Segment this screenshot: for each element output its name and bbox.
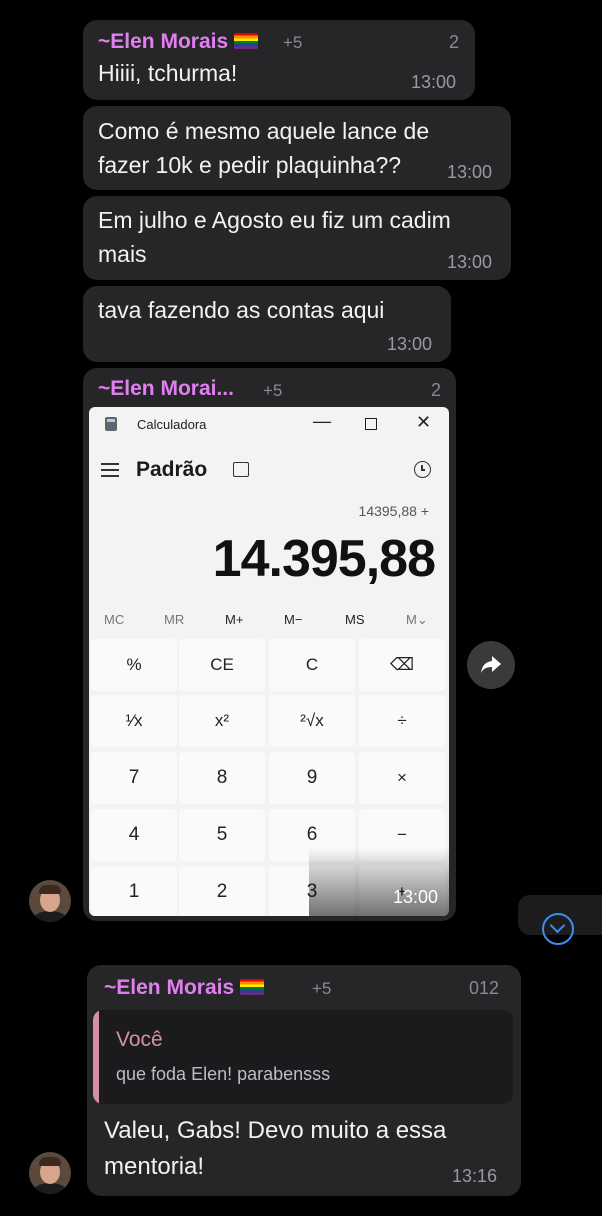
message-text: Como é mesmo aquele lance de fazer 10k e… — [98, 114, 429, 182]
sender-name[interactable]: ~Elen Morai... — [98, 377, 234, 401]
quoted-reply[interactable]: Você que foda Elen! parabensss — [93, 1010, 513, 1104]
message-time: 13:00 — [411, 72, 457, 92]
percent-key[interactable]: % — [91, 639, 177, 691]
sender-avatar[interactable] — [29, 1152, 71, 1194]
hamburger-menu-icon[interactable] — [101, 463, 119, 477]
reciprocal-key[interactable]: ¹⁄x — [91, 695, 177, 747]
member-count: +5 — [283, 33, 303, 52]
message-bubble[interactable]: Como é mesmo aquele lance de fazer 10k e… — [83, 106, 511, 190]
message-time: 13:00 — [387, 334, 433, 354]
reply-author: Você — [116, 1028, 163, 1051]
expression-display: 14395,88 + — [358, 503, 429, 519]
one-key[interactable]: 1 — [91, 866, 177, 916]
memory-list-button[interactable]: M⌄ — [406, 612, 428, 628]
calculator-app-icon — [105, 417, 117, 431]
chevron-down-icon — [542, 913, 574, 945]
five-key[interactable]: 5 — [179, 809, 265, 861]
multiply-key[interactable]: × — [359, 752, 445, 804]
message-line: Como é mesmo aquele lance de — [98, 118, 430, 144]
rainbow-flag-icon — [234, 33, 259, 49]
keep-on-top-icon[interactable] — [233, 462, 249, 477]
rainbow-flag-icon — [240, 979, 265, 995]
message-time: 13:00 — [393, 887, 439, 907]
four-key[interactable]: 4 — [91, 809, 177, 861]
window-title: Calculadora — [137, 417, 207, 432]
reaction-count: 012 — [469, 978, 500, 998]
message-text: Hiiii, tchurma! — [98, 60, 238, 86]
message-line: mais — [98, 241, 147, 267]
minimize-icon[interactable]: — — [313, 411, 331, 432]
seven-key[interactable]: 7 — [91, 752, 177, 804]
sender-name[interactable]: ~Elen Morais — [98, 30, 259, 54]
message-bubble[interactable]: Em julho e Agosto eu fiz um cadim mais 1… — [83, 196, 511, 280]
square-root-key[interactable]: ²√x — [269, 695, 355, 747]
message-line: fazer 10k e pedir plaquinha?? — [98, 152, 402, 178]
member-count: +5 — [312, 979, 332, 998]
message-line: Em julho e Agosto eu fiz um cadim — [98, 207, 451, 233]
reaction-count: 2 — [431, 380, 442, 400]
memory-clear-button[interactable]: MC — [104, 612, 124, 627]
scroll-down-button[interactable] — [518, 895, 602, 945]
memory-store-button[interactable]: MS — [345, 612, 365, 627]
message-text: Em julho e Agosto eu fiz um cadim mais — [98, 203, 451, 271]
member-count: +5 — [263, 381, 283, 400]
square-key[interactable]: x² — [179, 695, 265, 747]
reaction-count: 2 — [449, 32, 460, 52]
sender-avatar[interactable] — [29, 880, 71, 922]
history-icon[interactable] — [414, 461, 431, 478]
message-bubble[interactable]: ~Elen Morais +5 2 Hiiii, tchurma! 13:00 — [83, 20, 475, 100]
message-text: Valeu, Gabs! Devo muito a essa mentoria! — [104, 1113, 446, 1185]
maximize-icon[interactable] — [365, 418, 377, 430]
message-line: Valeu, Gabs! Devo muito a essa — [104, 1117, 447, 1144]
calculator-screenshot[interactable]: Calculadora — ✕ Padrão 14395,88 + 14.395… — [89, 407, 449, 916]
memory-subtract-button[interactable]: M− — [284, 612, 302, 627]
close-icon[interactable]: ✕ — [416, 412, 431, 433]
message-time: 13:00 — [447, 162, 493, 182]
divide-key[interactable]: ÷ — [359, 695, 445, 747]
reply-text: que foda Elen! parabensss — [116, 1064, 331, 1084]
memory-recall-button[interactable]: MR — [164, 612, 184, 627]
message-line: mentoria! — [104, 1153, 205, 1180]
eight-key[interactable]: 8 — [179, 752, 265, 804]
message-time: 13:16 — [452, 1166, 498, 1186]
clear-entry-key[interactable]: CE — [179, 639, 265, 691]
message-time: 13:00 — [447, 252, 493, 272]
memory-add-button[interactable]: M+ — [225, 612, 243, 627]
forward-icon — [481, 656, 501, 673]
reply-bar — [93, 1010, 99, 1104]
sender-name[interactable]: ~Elen Morais — [104, 976, 265, 1000]
backspace-key[interactable]: ⌫ — [359, 639, 445, 691]
nine-key[interactable]: 9 — [269, 752, 355, 804]
forward-button[interactable] — [467, 641, 515, 689]
mode-title: Padrão — [136, 458, 208, 481]
message-text: tava fazendo as contas aqui — [98, 297, 385, 323]
message-bubble[interactable]: tava fazendo as contas aqui 13:00 — [83, 286, 451, 362]
result-display: 14.395,88 — [212, 530, 436, 588]
two-key[interactable]: 2 — [179, 866, 265, 916]
clear-key[interactable]: C — [269, 639, 355, 691]
